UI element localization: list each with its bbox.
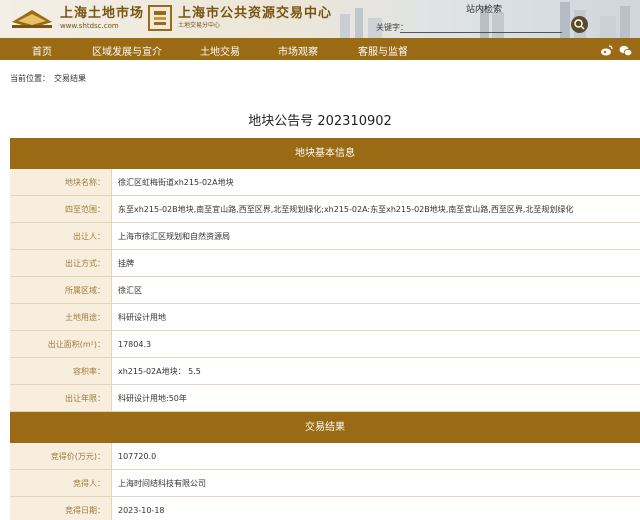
table-row: 竞得人： 上海时间结科技有限公司 (10, 470, 640, 497)
main-nav: 首页 区域发展与宣介 土地交易 市场观察 客服与监督 (0, 38, 640, 60)
public-resource-logo[interactable]: 上海市公共资源交易中心 土地交易分中心 (148, 3, 332, 33)
row-value: 科研设计用地:50年 (112, 385, 640, 411)
table-row: 四至范围： 东至xh215-02B地块,南至宜山路,西至区界,北至规划绿化;xh2… (10, 196, 640, 223)
row-value: 17804.3 (112, 331, 640, 357)
nav-item-service-supervision[interactable]: 客服与监督 (358, 43, 408, 58)
row-label: 出让面积(m²)： (10, 331, 112, 357)
nav-item-market-observation[interactable]: 市场观察 (278, 43, 318, 58)
breadcrumb: 当前位置： 交易结果 (10, 73, 90, 84)
result-heading: 交易结果 (10, 412, 640, 443)
table-row: 地块名称： 徐汇区虹梅街道xh215-02A地块 (10, 169, 640, 196)
row-label: 竞得日期： (10, 497, 112, 520)
row-label: 四至范围： (10, 196, 112, 222)
search-input[interactable] (400, 19, 562, 33)
site1-url: www.shtdsc.com (60, 21, 119, 30)
table-row: 出让方式： 挂牌 (10, 250, 640, 277)
header-banner: 上海土地市场 www.shtdsc.com 上海市公共资源交易中心 土地交易分中… (0, 0, 640, 38)
row-label: 出让年限： (10, 385, 112, 411)
table-row: 出让年限： 科研设计用地:50年 (10, 385, 640, 412)
table-row: 所属区域： 徐汇区 (10, 277, 640, 304)
row-label: 土地用途： (10, 304, 112, 330)
land-info-table: 地块基本信息 地块名称： 徐汇区虹梅街道xh215-02A地块 四至范围： 东至xh2… (10, 138, 640, 520)
table-row: 土地用途： 科研设计用地 (10, 304, 640, 331)
row-label: 出让人： (10, 223, 112, 249)
row-label: 竞得人： (10, 470, 112, 496)
page-title: 地块公告号 202310902 (248, 114, 392, 129)
search-title: 站内检索 (466, 5, 503, 15)
table-row: 出让人： 上海市徐汇区规划和自然资源局 (10, 223, 640, 250)
row-label: 容积率： (10, 358, 112, 384)
wechat-icon[interactable] (619, 42, 633, 57)
shtdsc-logo-icon (10, 6, 54, 30)
row-value: xh215-02A地块： 5.5 (112, 358, 640, 384)
table-row: 竞得日期： 2023-10-18 (10, 497, 640, 520)
site2-name: 上海市公共资源交易中心 (178, 6, 333, 21)
row-value: 107720.0 (112, 443, 640, 469)
row-value: 上海时间结科技有限公司 (112, 470, 640, 496)
site2-sub: 土地交易分中心 (178, 22, 221, 29)
row-value: 东至xh215-02B地块,南至宜山路,西至区界,北至规划绿化;xh215-02… (112, 196, 640, 222)
row-label: 竞得价(万元)： (10, 443, 112, 469)
table-row: 容积率： xh215-02A地块： 5.5 (10, 358, 640, 385)
nav-item-land-trading[interactable]: 土地交易 (200, 43, 240, 58)
row-value: 挂牌 (112, 250, 640, 276)
public-resource-logo-icon (148, 5, 172, 31)
search-icon (574, 19, 585, 30)
shtdsc-logo[interactable]: 上海土地市场 www.shtdsc.com (10, 3, 144, 33)
table-row: 出让面积(m²)： 17804.3 (10, 331, 640, 358)
row-value: 2023-10-18 (112, 497, 640, 520)
row-label: 地块名称： (10, 169, 112, 195)
row-label: 出让方式： (10, 250, 112, 276)
breadcrumb-prefix: 当前位置： (10, 74, 50, 83)
breadcrumb-current[interactable]: 交易结果 (54, 74, 86, 83)
weibo-icon[interactable] (600, 42, 613, 56)
row-value: 科研设计用地 (112, 304, 640, 330)
basic-info-heading: 地块基本信息 (10, 138, 640, 169)
row-value: 上海市徐汇区规划和自然资源局 (112, 223, 640, 249)
site1-name: 上海土地市场 (60, 5, 145, 21)
row-value: 徐汇区 (112, 277, 640, 303)
search-button[interactable] (571, 16, 588, 33)
nav-item-regional-development[interactable]: 区域发展与宣介 (92, 43, 162, 58)
row-value: 徐汇区虹梅街道xh215-02A地块 (112, 169, 640, 195)
nav-item-home[interactable]: 首页 (32, 43, 52, 58)
row-label: 所属区域： (10, 277, 112, 303)
table-row: 竞得价(万元)： 107720.0 (10, 443, 640, 470)
